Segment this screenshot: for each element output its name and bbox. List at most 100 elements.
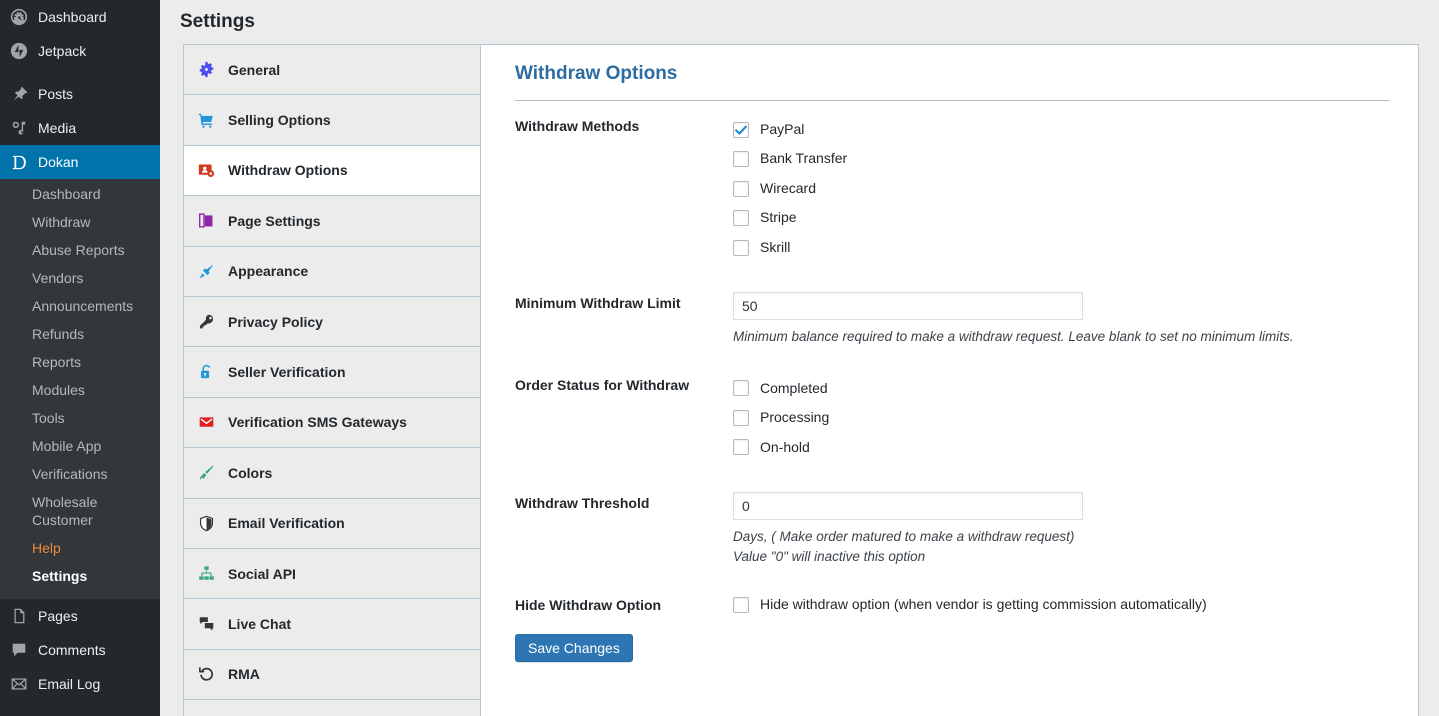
checkbox-hide-withdraw-option[interactable]: Hide withdraw option (when vendor is get… <box>733 594 1390 616</box>
withdraw-threshold-input[interactable] <box>733 492 1083 520</box>
tab-colors[interactable]: Colors <box>184 448 480 498</box>
settings-wrapper: General Selling Options <box>183 44 1420 716</box>
checkbox-box[interactable] <box>733 210 749 226</box>
tab-appearance[interactable]: Appearance <box>184 247 480 297</box>
tab-rma[interactable]: RMA <box>184 650 480 700</box>
tab-general[interactable]: General <box>184 45 480 95</box>
minimum-withdraw-limit-input[interactable] <box>733 292 1083 320</box>
pages-icon <box>9 606 29 626</box>
field-help-text: Minimum balance required to make a withd… <box>733 327 1390 347</box>
pin-icon <box>9 84 29 104</box>
sidebar-item-posts[interactable]: Posts <box>0 77 160 111</box>
sidebar-item-email-log[interactable]: Email Log <box>0 667 160 701</box>
tab-label: General <box>228 62 280 78</box>
tab-email-verification[interactable]: Email Verification <box>184 499 480 549</box>
media-icon <box>9 118 29 138</box>
sidebar-separator <box>0 701 160 710</box>
tab-live-chat[interactable]: Live Chat <box>184 599 480 649</box>
submenu-item-wholesale-customer[interactable]: Wholesale Customer <box>0 488 160 534</box>
checkbox-skrill[interactable]: Skrill <box>733 233 1390 263</box>
checkbox-box[interactable] <box>733 181 749 197</box>
spacer <box>515 262 1390 292</box>
sidebar-item-media[interactable]: Media <box>0 111 160 145</box>
field-withdraw-methods: Withdraw Methods PayPal Ba <box>515 115 1390 263</box>
field-body: Hide withdraw option (when vendor is get… <box>733 594 1390 616</box>
admin-sidebar: Dashboard Jetpack Posts <box>0 0 160 716</box>
save-changes-button[interactable]: Save Changes <box>515 634 633 662</box>
submenu-item-abuse-reports[interactable]: Abuse Reports <box>0 236 160 264</box>
submenu-item-help[interactable]: Help <box>0 534 160 562</box>
undo-icon <box>196 664 216 684</box>
submenu-item-reports[interactable]: Reports <box>0 348 160 376</box>
field-body: Completed Processing On- <box>733 374 1390 463</box>
tab-label: Selling Options <box>228 112 331 128</box>
checkbox-completed[interactable]: Completed <box>733 374 1390 404</box>
checkbox-box[interactable] <box>733 597 749 613</box>
field-minimum-withdraw-limit: Minimum Withdraw Limit Minimum balance r… <box>515 292 1390 347</box>
tab-verification-sms-gateways[interactable]: Verification SMS Gateways <box>184 398 480 448</box>
submenu-item-settings[interactable]: Settings <box>0 562 160 590</box>
sidebar-item-label: Jetpack <box>38 43 86 59</box>
tab-label: Colors <box>228 465 272 481</box>
gear-icon <box>196 60 216 80</box>
checkbox-stripe[interactable]: Stripe <box>733 203 1390 233</box>
checkbox-bank-transfer[interactable]: Bank Transfer <box>733 144 1390 174</box>
key-icon <box>196 312 216 332</box>
checkbox-box[interactable] <box>733 439 749 455</box>
checkbox-label: Hide withdraw option (when vendor is get… <box>760 595 1207 615</box>
tab-privacy-policy[interactable]: Privacy Policy <box>184 297 480 347</box>
submenu-item-refunds[interactable]: Refunds <box>0 320 160 348</box>
submenu-item-vendors[interactable]: Vendors <box>0 264 160 292</box>
submenu-item-verifications[interactable]: Verifications <box>0 460 160 488</box>
submenu-item-modules[interactable]: Modules <box>0 376 160 404</box>
sidebar-item-pages[interactable]: Pages <box>0 599 160 633</box>
submenu-item-mobile-app[interactable]: Mobile App <box>0 432 160 460</box>
spacer <box>515 568 1390 594</box>
submenu-item-tools[interactable]: Tools <box>0 404 160 432</box>
checkbox-wirecard[interactable]: Wirecard <box>733 174 1390 204</box>
tab-label: Social API <box>228 566 296 582</box>
checkbox-box[interactable] <box>733 380 749 396</box>
checkbox-box[interactable] <box>733 122 749 138</box>
envelope-icon <box>9 674 29 694</box>
checkbox-processing[interactable]: Processing <box>733 403 1390 433</box>
submenu-item-dashboard[interactable]: Dashboard <box>0 180 160 208</box>
field-body: PayPal Bank Transfer Wir <box>733 115 1390 263</box>
tab-label: Privacy Policy <box>228 314 323 330</box>
brush-icon <box>196 463 216 483</box>
checkbox-box[interactable] <box>733 240 749 256</box>
sidebar-item-woocommerce[interactable]: WooCommerce <box>0 710 160 716</box>
tab-label: Page Settings <box>228 213 321 229</box>
dokan-submenu: Dashboard Withdraw Abuse Reports Vendors… <box>0 179 160 599</box>
checkbox-label: Processing <box>760 408 829 428</box>
tab-social-api[interactable]: Social API <box>184 549 480 599</box>
spacer <box>515 462 1390 492</box>
submenu-item-announcements[interactable]: Announcements <box>0 292 160 320</box>
tab-selling-options[interactable]: Selling Options <box>184 95 480 145</box>
checkbox-box[interactable] <box>733 151 749 167</box>
spacer <box>515 616 1390 634</box>
tab-page-settings[interactable]: Page Settings <box>184 196 480 246</box>
dashboard-icon <box>9 7 29 27</box>
checkbox-on-hold[interactable]: On-hold <box>733 433 1390 463</box>
content-title: Withdraw Options <box>515 63 1390 101</box>
chat-bubbles-icon <box>196 614 216 634</box>
tab-seller-verification[interactable]: Seller Verification <box>184 347 480 397</box>
paintbrush-icon <box>196 261 216 281</box>
sidebar-item-label: Posts <box>38 86 73 102</box>
tab-label: Verification SMS Gateways <box>228 414 407 430</box>
tab-withdraw-options[interactable]: Withdraw Options <box>184 146 480 196</box>
field-label: Withdraw Threshold <box>515 492 733 514</box>
sidebar-item-dokan[interactable]: Dokan <box>0 145 160 179</box>
withdraw-icon <box>196 160 216 180</box>
checkbox-paypal[interactable]: PayPal <box>733 115 1390 145</box>
checkbox-box[interactable] <box>733 410 749 426</box>
admin-page: Dashboard Jetpack Posts <box>0 0 1439 716</box>
field-label: Minimum Withdraw Limit <box>515 292 733 314</box>
page-title: Settings <box>160 0 1439 41</box>
sidebar-item-dashboard[interactable]: Dashboard <box>0 0 160 34</box>
dokan-icon <box>9 152 29 172</box>
sidebar-item-jetpack[interactable]: Jetpack <box>0 34 160 68</box>
submenu-item-withdraw[interactable]: Withdraw <box>0 208 160 236</box>
sidebar-item-comments[interactable]: Comments <box>0 633 160 667</box>
